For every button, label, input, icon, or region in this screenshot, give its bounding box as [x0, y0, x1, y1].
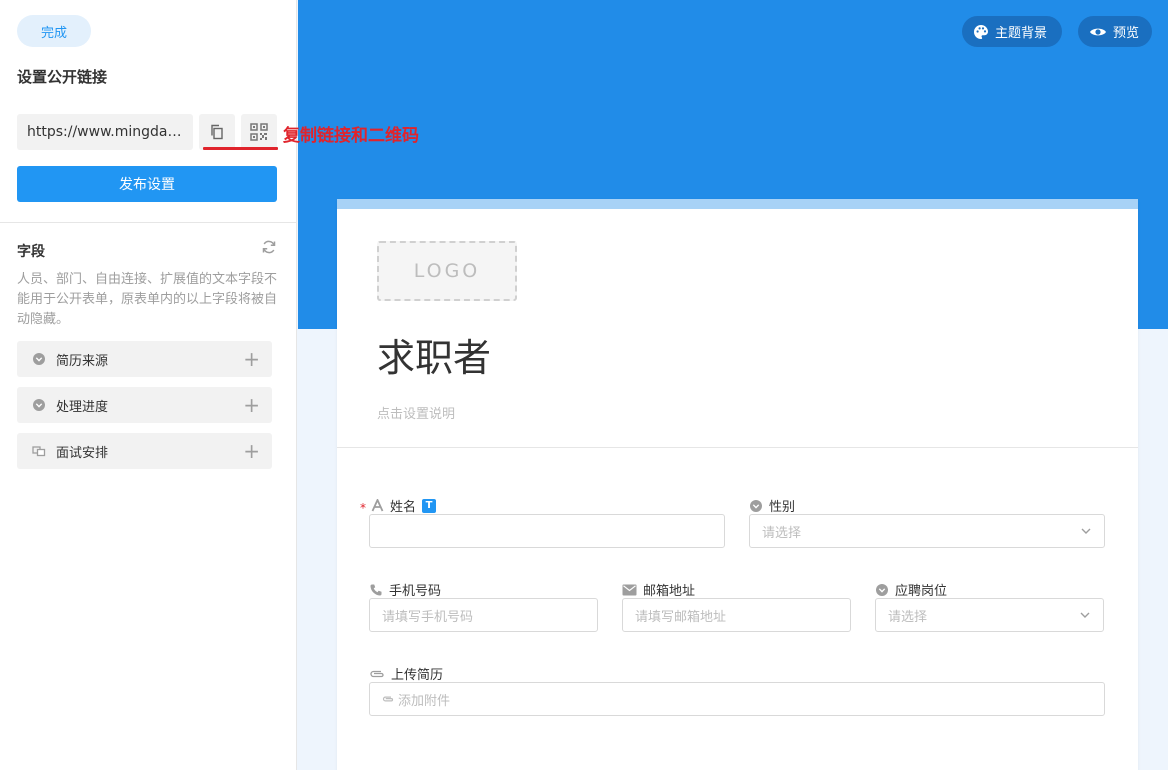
logo-placeholder[interactable]: LOGO [377, 241, 517, 301]
gender-select[interactable]: 请选择 [749, 514, 1105, 548]
field-item-label: 简历来源 [56, 353, 109, 369]
gender-field-label: 性别 [749, 496, 795, 515]
dropdown-icon [32, 352, 46, 366]
dropdown-icon [750, 499, 762, 512]
chevron-down-icon [1081, 528, 1091, 534]
add-field-icon[interactable]: + [243, 441, 260, 461]
form-description[interactable]: 点击设置说明 [377, 403, 455, 422]
field-item-label: 处理进度 [56, 399, 109, 415]
fields-description: 人员、部门、自由连接、扩展值的文本字段不能用于公开表单，原表单内的以上字段将被自… [17, 272, 278, 327]
email-field-label: 邮箱地址 [622, 580, 695, 599]
attachment-icon [370, 670, 384, 677]
chevron-down-icon [1080, 612, 1090, 618]
copy-annotation: 复制链接和二维码 [283, 126, 419, 146]
sidebar-divider [0, 222, 297, 223]
email-input[interactable]: 请填写邮箱地址 [622, 598, 851, 632]
required-star: * [360, 501, 366, 515]
qr-code-icon [250, 123, 268, 141]
theme-background-label: 主题背景 [995, 26, 1048, 41]
phone-input[interactable]: 请填写手机号码 [369, 598, 598, 632]
copy-link-button[interactable] [199, 114, 235, 150]
refresh-icon[interactable] [261, 239, 277, 255]
mail-icon [622, 584, 637, 595]
preview-button[interactable]: 预览 [1078, 16, 1152, 47]
resume-upload[interactable]: 添加附件 [369, 682, 1105, 716]
add-field-icon[interactable]: + [243, 395, 260, 415]
fields-title: 字段 [17, 244, 45, 260]
resume-field-label: 上传简历 [369, 664, 443, 683]
card-divider [337, 447, 1138, 448]
add-field-icon[interactable]: + [243, 349, 260, 369]
phone-icon [370, 584, 382, 596]
preview-label: 预览 [1113, 26, 1140, 41]
palette-icon [974, 24, 988, 39]
relation-icon [32, 444, 46, 458]
dropdown-icon [876, 583, 888, 596]
position-field-label: 应聘岗位 [875, 580, 947, 599]
form-card: LOGO 求职者 点击设置说明 * 姓名 T 性别 请选择 手机号码 请填写手机… [337, 199, 1138, 770]
copy-icon [211, 124, 223, 140]
text-field-icon [371, 499, 384, 512]
public-link-field[interactable]: https://www.mingdao.c... [17, 114, 193, 150]
sidebar-title: 设置公开链接 [17, 68, 108, 86]
eye-icon [1090, 28, 1106, 35]
field-item-resume-source[interactable]: 简历来源 + [17, 341, 272, 377]
publish-settings-button[interactable]: 发布设置 [17, 166, 277, 202]
attachment-icon [382, 696, 394, 702]
field-item-interview[interactable]: 面试安排 + [17, 433, 272, 469]
title-field-badge: T [422, 498, 437, 513]
dropdown-icon [32, 398, 46, 412]
annotation-underline [203, 147, 278, 150]
qr-code-button[interactable] [241, 114, 277, 150]
position-select[interactable]: 请选择 [875, 598, 1104, 632]
done-button[interactable]: 完成 [17, 15, 91, 47]
theme-background-button[interactable]: 主题背景 [962, 16, 1062, 47]
field-item-label: 面试安排 [56, 445, 109, 461]
phone-field-label: 手机号码 [369, 580, 441, 599]
settings-sidebar: 完成 设置公开链接 https://www.mingdao.c... 发布设置 … [0, 0, 297, 770]
field-item-progress[interactable]: 处理进度 + [17, 387, 272, 423]
form-title[interactable]: 求职者 [377, 327, 491, 382]
name-input[interactable] [369, 514, 725, 548]
name-field-label: 姓名 T [371, 496, 437, 515]
